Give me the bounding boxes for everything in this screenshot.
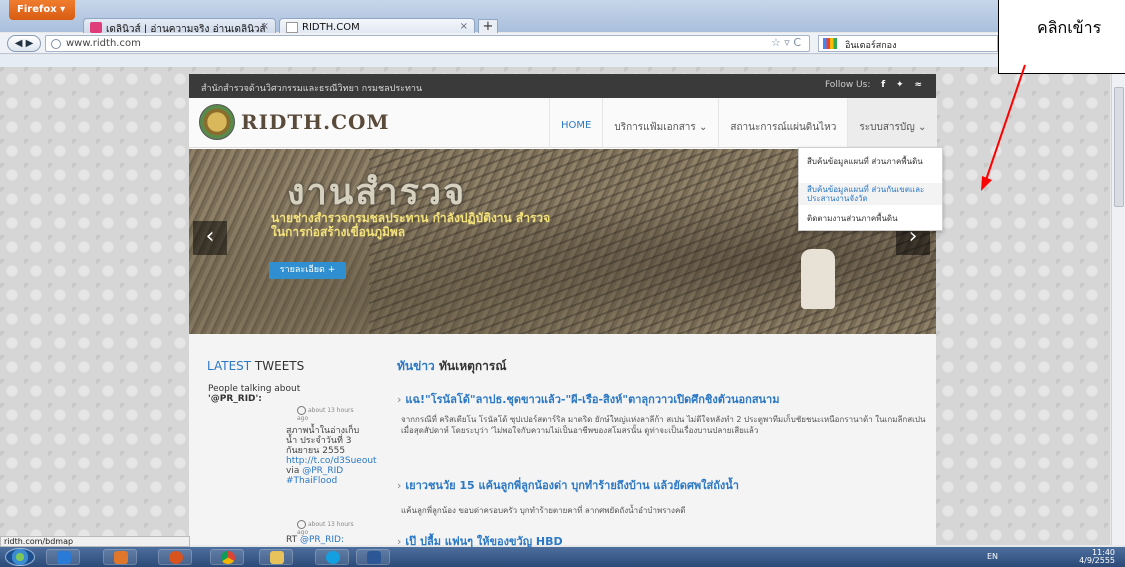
- globe-icon: [51, 39, 61, 49]
- vertical-scrollbar[interactable]: [1111, 67, 1125, 545]
- chrome-icon[interactable]: [210, 549, 244, 565]
- follow-us: Follow Us: f ✦ ≈: [825, 80, 922, 90]
- scrollbar-thumb[interactable]: [1114, 87, 1124, 207]
- tweet-user-link[interactable]: @PR_RID:: [300, 535, 344, 545]
- back-forward-button[interactable]: ◀ ▶: [7, 35, 41, 52]
- dropdown-item-ground-map[interactable]: สืบค้นข้อมูลแผนที่ ส่วนภาคพื้นดิน: [799, 157, 942, 166]
- firefox-menu-button[interactable]: Firefox ▾: [9, 0, 75, 20]
- tab-title: RIDTH.COM: [302, 22, 360, 33]
- directory-dropdown: สืบค้นข้อมูลแผนที่ ส่วนภาคพื้นดิน สืบค้น…: [798, 147, 943, 231]
- rss-icon[interactable]: ≈: [914, 80, 922, 90]
- url-text: www.ridth.com: [66, 38, 141, 49]
- file-explorer-icon[interactable]: [259, 549, 293, 565]
- tweet-time: about 13 hours ago: [297, 406, 354, 422]
- google-icon: [823, 38, 837, 49]
- hashtag-link[interactable]: #ThaiFlood: [286, 476, 337, 486]
- department-emblem-icon[interactable]: [199, 104, 235, 140]
- news-summary: แค้นลูกพี่ลูกน้อง ขอบด่าครอบครัว บุกทำร้…: [401, 506, 686, 515]
- tweet-user-link[interactable]: @PR_RID: [302, 466, 343, 476]
- news-title-link[interactable]: › เยาวชนวัย 15 แค้นลูกพี่ลูกน้องด่า บุกทำ…: [397, 476, 927, 494]
- details-button[interactable]: รายละเอียด +: [269, 262, 346, 279]
- news-summary: จากกรณีที่ คริสเตียโน โรนัลโด้ ซุปเปอร์ส…: [401, 415, 926, 435]
- bookmark-bar: [0, 55, 1125, 67]
- search-box[interactable]: อินเตอร์สกอง: [818, 35, 998, 52]
- bookmark-star-icon[interactable]: ☆ ▿ C: [771, 36, 801, 49]
- main-menu: HOME บริการแฟ้มเอกสาร ⌄ สถานะการณ์แผ่นดิ…: [549, 98, 938, 148]
- annotation-callout: คลิกเข้าร: [998, 0, 1125, 74]
- media-player-icon[interactable]: [103, 549, 137, 565]
- search-text: อินเตอร์สกอง: [845, 41, 897, 51]
- news-title-link[interactable]: › แฉ!"โรนัลโด้"ลาปธ.ชุดขาวแล้ว-"ผี-เรือ-ส…: [397, 390, 927, 408]
- menu-document-service[interactable]: บริการแฟ้มเอกสาร ⌄: [602, 98, 718, 148]
- url-bar[interactable]: www.ridth.com ☆ ▿ C: [45, 35, 810, 52]
- follow-label: Follow Us:: [824, 80, 871, 90]
- agency-name: สำนักสำรวจด้านวิศวกรรมและธรณีวิทยา กรมชล…: [201, 84, 423, 94]
- website: สำนักสำรวจด้านวิศวกรรมและธรณีวิทยา กรมชล…: [189, 74, 938, 548]
- skype-icon[interactable]: [315, 549, 349, 565]
- hero-caption: นายช่างสำรวจกรมชลประทาน กำลังปฏิบัติงาน …: [271, 211, 551, 239]
- close-tab-icon[interactable]: ×: [261, 21, 269, 32]
- tweet-time: about 13 hours ago: [297, 520, 354, 536]
- people-talking: People talking about '@PR_RID':: [208, 384, 328, 404]
- navigation-toolbar: ◀ ▶ www.ridth.com ☆ ▿ C อินเตอร์สกอง: [0, 33, 1125, 54]
- clock-icon: [297, 406, 306, 415]
- firefox-icon[interactable]: [158, 549, 192, 565]
- menu-earthquake-status[interactable]: สถานะการณ์แผ่นดินไหว: [718, 98, 847, 148]
- chevron-right-icon: ›: [397, 393, 402, 406]
- news-heading: ทันข่าว ทันเหตุการณ์: [397, 359, 507, 373]
- facebook-icon[interactable]: f: [881, 80, 885, 90]
- tweet-link[interactable]: http://t.co/d3Sueout: [286, 456, 377, 466]
- page-favicon-icon: [286, 22, 298, 33]
- chevron-right-icon: ›: [397, 479, 402, 492]
- menu-home[interactable]: HOME: [549, 98, 602, 148]
- top-strip: สำนักสำรวจด้านวิศวกรรมและธรณีวิทยา กรมชล…: [189, 74, 936, 98]
- twitter-icon[interactable]: ✦: [896, 80, 904, 90]
- twitter-handle: '@PR_RID':: [208, 394, 262, 404]
- content-area: LATEST TWEETS People talking about '@PR_…: [189, 334, 936, 548]
- new-tab-button[interactable]: +: [478, 19, 498, 34]
- surveyor-figure: [801, 249, 835, 309]
- browser-titlebar: Firefox ▾ เดลินิวส์ | อ่านความจริง อ่านเ…: [0, 0, 1125, 36]
- language-indicator[interactable]: EN: [987, 552, 998, 561]
- tweet-text: สภาพน้ำในอ่างเก็บน้ำ ประจำวันที่ 3 กันยา…: [286, 426, 377, 486]
- tweet-text: RT @PR_RID:: [286, 535, 345, 545]
- callout-text: คลิกเข้าร: [1037, 18, 1102, 37]
- dailynews-favicon-icon: [90, 22, 102, 33]
- status-bar: ridth.com/bdmap: [0, 536, 190, 547]
- close-tab-icon[interactable]: ×: [460, 21, 468, 32]
- site-logo[interactable]: RIDTH.COM: [241, 110, 390, 134]
- site-header: RIDTH.COM HOME บริการแฟ้มเอกสาร ⌄ สถานะก…: [189, 98, 938, 148]
- word-icon[interactable]: [356, 549, 390, 565]
- start-button[interactable]: [5, 548, 35, 566]
- menu-directory[interactable]: ระบบสารบัญ ⌄: [847, 98, 938, 148]
- dropdown-item-ground-tracking[interactable]: ติดตามงานส่วนภาคพื้นดิน: [799, 214, 942, 223]
- internet-explorer-icon[interactable]: [46, 549, 80, 565]
- latest-tweets-heading: LATEST TWEETS: [207, 359, 305, 373]
- system-clock[interactable]: 11:40 4/9/2555: [1079, 549, 1115, 565]
- slider-prev-button[interactable]: ‹: [193, 221, 227, 255]
- windows-taskbar: EN 11:40 4/9/2555: [0, 547, 1125, 567]
- clock-icon: [297, 520, 306, 529]
- dropdown-item-province-map[interactable]: สืบค้นข้อมูลแผนที่ ส่วนกันเขตและประสานงา…: [799, 183, 942, 205]
